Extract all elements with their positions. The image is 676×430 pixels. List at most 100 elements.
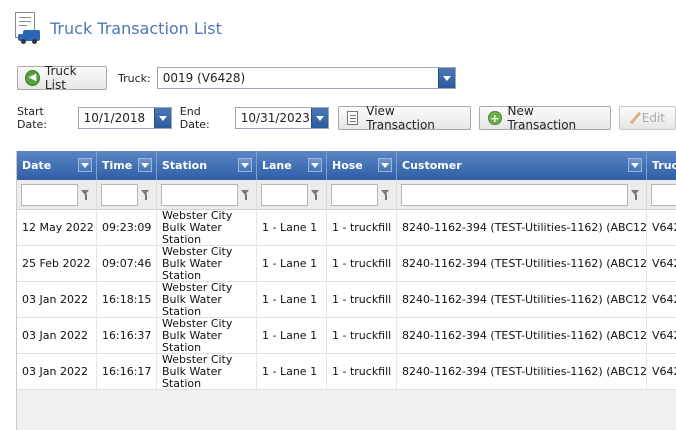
truck-label: Truck: (118, 71, 151, 85)
sort-menu-icon[interactable] (378, 158, 392, 172)
column-header-label: Customer (402, 159, 462, 172)
filter-cell-customer (397, 180, 647, 210)
truck-select-value: 0019 (V6428) (162, 71, 246, 85)
sort-menu-icon[interactable] (78, 158, 92, 172)
filter-input-lane[interactable] (261, 184, 308, 206)
back-arrow-icon: ◀ (25, 70, 40, 86)
table-row[interactable]: 03 Jan 2022 16:18:15 Webster City Bulk W… (17, 282, 676, 318)
table-row[interactable]: 12 May 2022 09:23:09 Webster City Bulk W… (17, 210, 676, 246)
filter-cell-truck (647, 180, 676, 210)
cell-customer: 8240-1162-394 (TEST-Utilities-1162) (ABC… (397, 246, 647, 282)
cell-hose: 1 - truckfill (327, 246, 397, 282)
filter-input-time[interactable] (101, 184, 138, 206)
cell-station: Webster City Bulk Water Station (157, 318, 257, 354)
page-header: Truck Transaction List (13, 10, 222, 46)
cell-lane: 1 - Lane 1 (257, 210, 327, 246)
cell-truck: V642 (647, 318, 676, 354)
cell-time: 16:16:37 (97, 318, 157, 354)
filter-cell-time (97, 180, 157, 210)
dropdown-arrow-icon[interactable] (437, 68, 455, 88)
column-header-truck[interactable]: Truck (647, 151, 676, 180)
table-row[interactable]: 03 Jan 2022 16:16:17 Webster City Bulk W… (17, 354, 676, 390)
truck-list-button[interactable]: ◀ Truck List (17, 64, 107, 92)
cell-station: Webster City Bulk Water Station (157, 282, 257, 318)
cell-date: 25 Feb 2022 (17, 246, 97, 282)
cell-time: 16:18:15 (97, 282, 157, 318)
cell-date: 12 May 2022 (17, 210, 97, 246)
cell-truck: V642 (647, 210, 676, 246)
filter-input-hose[interactable] (331, 184, 378, 206)
cell-time: 09:23:09 (97, 210, 157, 246)
cell-date: 03 Jan 2022 (17, 282, 97, 318)
cell-hose: 1 - truckfill (327, 282, 397, 318)
cell-customer: 8240-1162-394 (TEST-Utilities-1162) (ABC… (397, 210, 647, 246)
edit-label: Edit (641, 111, 666, 125)
sort-menu-icon[interactable] (238, 158, 252, 172)
filter-input-truck[interactable] (651, 184, 676, 206)
new-transaction-label: New Transaction (507, 104, 577, 132)
filter-icon[interactable] (631, 190, 640, 200)
cell-customer: 8240-1162-394 (TEST-Utilities-1162) (ABC… (397, 354, 647, 390)
column-header-customer[interactable]: Customer (397, 151, 647, 180)
filter-input-station[interactable] (161, 184, 238, 206)
new-transaction-button[interactable]: + New Transaction (479, 104, 611, 132)
cell-lane: 1 - Lane 1 (257, 282, 327, 318)
cell-station: Webster City Bulk Water Station (157, 354, 257, 390)
view-transaction-button[interactable]: View Transaction (337, 104, 472, 132)
document-icon (346, 111, 359, 125)
sort-menu-icon[interactable] (138, 158, 152, 172)
cell-hose: 1 - truckfill (327, 210, 397, 246)
grid-filter-row (17, 180, 676, 210)
cell-customer: 8240-1162-394 (TEST-Utilities-1162) (ABC… (397, 282, 647, 318)
transaction-grid: Date Time Station Lane Hose Customer Tru… (16, 151, 676, 430)
sort-menu-icon[interactable] (308, 158, 322, 172)
filter-cell-lane (257, 180, 327, 210)
filter-input-customer[interactable] (401, 184, 628, 206)
grid-body: 12 May 2022 09:23:09 Webster City Bulk W… (17, 210, 676, 390)
cell-date: 03 Jan 2022 (17, 354, 97, 390)
truck-select[interactable]: 0019 (V6428) (156, 67, 456, 89)
filter-icon[interactable] (311, 190, 320, 200)
calendar-dropdown-icon[interactable] (153, 108, 171, 128)
start-date-label: Start Date: (17, 105, 47, 131)
truck-toolbar: ◀ Truck List Truck: 0019 (V6428) (17, 64, 456, 92)
end-date-value: 10/31/2023 (240, 111, 310, 125)
cell-date: 03 Jan 2022 (17, 318, 97, 354)
filter-icon[interactable] (241, 190, 250, 200)
cell-truck: V642 (647, 246, 676, 282)
column-header-lane[interactable]: Lane (257, 151, 327, 180)
edit-button[interactable]: Edit (618, 106, 676, 130)
filter-cell-station (157, 180, 257, 210)
column-header-hose[interactable]: Hose (327, 151, 397, 180)
column-header-label: Lane (262, 159, 292, 172)
filter-icon[interactable] (81, 190, 90, 200)
filter-icon[interactable] (381, 190, 390, 200)
truck-list-label: Truck List (44, 64, 77, 92)
cell-time: 16:16:17 (97, 354, 157, 390)
cell-station: Webster City Bulk Water Station (157, 246, 257, 282)
filter-input-date[interactable] (21, 184, 78, 206)
calendar-dropdown-icon[interactable] (310, 108, 328, 128)
column-header-label: Hose (332, 159, 363, 172)
cell-hose: 1 - truckfill (327, 354, 397, 390)
filter-icon[interactable] (141, 190, 150, 200)
page-title: Truck Transaction List (50, 18, 222, 38)
column-header-label: Station (162, 159, 208, 172)
cell-lane: 1 - Lane 1 (257, 318, 327, 354)
column-header-time[interactable]: Time (97, 151, 157, 180)
cell-lane: 1 - Lane 1 (257, 354, 327, 390)
end-date-label: End Date: (179, 105, 210, 131)
column-header-date[interactable]: Date (17, 151, 97, 180)
cell-time: 09:07:46 (97, 246, 157, 282)
table-row[interactable]: 03 Jan 2022 16:16:37 Webster City Bulk W… (17, 318, 676, 354)
column-header-label: Truck (652, 159, 676, 172)
grid-header: Date Time Station Lane Hose Customer Tru… (17, 151, 676, 180)
sort-menu-icon[interactable] (628, 158, 642, 172)
start-date-input[interactable]: 10/1/2018 (77, 107, 172, 129)
truck-document-icon (13, 12, 41, 44)
column-header-station[interactable]: Station (157, 151, 257, 180)
end-date-input[interactable]: 10/31/2023 (234, 107, 329, 129)
table-row[interactable]: 25 Feb 2022 09:07:46 Webster City Bulk W… (17, 246, 676, 282)
column-header-label: Date (22, 159, 52, 172)
column-header-label: Time (102, 159, 133, 172)
